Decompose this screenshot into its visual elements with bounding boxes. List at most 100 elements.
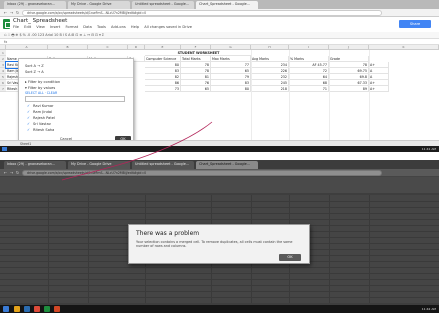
data-cell[interactable]: A+	[369, 86, 389, 92]
filter-value-checkbox[interactable]: ✓ Ram Jindal	[27, 110, 52, 114]
grid-line	[369, 50, 370, 140]
sheets-logo-icon[interactable]	[3, 19, 11, 29]
filter-value-checkbox[interactable]: ✓ Ritesh Saha	[27, 128, 54, 132]
browser-tab[interactable]: Inbox (29) - gnanasekaran...	[4, 1, 66, 9]
file-explorer-icon[interactable]	[14, 306, 20, 312]
chrome-icon[interactable]	[34, 306, 40, 312]
sort-a-z-option[interactable]: Sort A → Z	[25, 64, 44, 68]
browser-tab-bar: Inbox (29) - gnanasekaran... My Drive - …	[0, 0, 439, 9]
filter-by-values-option[interactable]: ▾ Filter by values	[25, 86, 55, 90]
column-header[interactable]: B	[48, 45, 88, 50]
browser-tab-active[interactable]: Chart_Spreadsheet - Google...	[196, 1, 258, 9]
dialog-ok-button[interactable]: OK	[279, 254, 301, 261]
save-status: All changes saved in Drive	[144, 25, 192, 29]
checkmark-icon: ✓	[27, 110, 31, 114]
grid-line	[0, 297, 439, 298]
filter-value-checkbox[interactable]: ✓ Rajesh Patel	[27, 116, 55, 120]
bottom-screenshot: Inbox (29) - gnanasekaran... My Drive - …	[0, 160, 439, 313]
start-icon[interactable]	[3, 306, 9, 312]
filter-value-checkbox[interactable]: ✓ Ravi Kumar	[27, 104, 54, 108]
back-icon[interactable]: ←	[3, 10, 8, 15]
grid-line	[0, 267, 439, 268]
browser-tab[interactable]: Inbox (29) - gnanasekaran...	[4, 161, 66, 169]
checkmark-icon: ✓	[27, 128, 31, 132]
menu-tools[interactable]: Tools	[97, 25, 106, 29]
top-screenshot: Inbox (29) - gnanasekaran... My Drive - …	[0, 0, 439, 152]
column-header[interactable]: K	[369, 45, 439, 50]
filter-value-label: Ritesh Saha	[33, 128, 55, 132]
column-header[interactable]: D	[128, 45, 145, 50]
menu-edit[interactable]: Edit	[24, 25, 31, 29]
menu-divider	[19, 77, 133, 78]
forward-icon[interactable]: →	[9, 170, 14, 175]
ie-browser-icon[interactable]	[24, 306, 30, 312]
windows-taskbar: 11:41 AM	[0, 146, 439, 152]
dialog-title: There was a problem	[136, 230, 200, 237]
browser-tab-active[interactable]: Chart_Spreadsheet - Google...	[196, 161, 258, 169]
taskbar-clock: 11:41 AM	[421, 147, 436, 151]
back-icon[interactable]: ←	[3, 170, 8, 175]
document-title[interactable]: Chart_ Spreadsheet	[13, 18, 67, 24]
data-cell[interactable]: 89	[329, 86, 369, 92]
menu-addons[interactable]: Add-ons	[111, 25, 126, 29]
error-dialog: There was a problem Your selection conta…	[128, 224, 310, 264]
excel-icon[interactable]	[44, 306, 50, 312]
forward-icon[interactable]: →	[9, 10, 14, 15]
grid-line	[0, 285, 439, 286]
checkmark-icon: ✓	[27, 122, 31, 126]
browser-tab[interactable]: Untitled spreadsheet - Google...	[132, 161, 194, 169]
browser-tab-bar: Inbox (29) - gnanasekaran... My Drive - …	[0, 160, 439, 169]
browser-tab[interactable]: My Drive - Google Drive	[68, 161, 130, 169]
select-all-clear-links[interactable]: SELECT ALL · CLEAR	[25, 91, 57, 95]
filter-value-label: Ram Jindal	[33, 110, 53, 114]
data-cell[interactable]: 65	[181, 86, 211, 92]
menu-file[interactable]: File	[13, 25, 19, 29]
filter-value-checkbox[interactable]: ✓ Sri Vastav	[27, 122, 51, 126]
filter-by-condition-option[interactable]: ▸ Filter by condition	[25, 80, 60, 84]
menu-view[interactable]: View	[36, 25, 45, 29]
data-cell[interactable]: 218	[251, 86, 289, 92]
start-icon[interactable]	[2, 147, 7, 151]
grid-line	[0, 291, 439, 292]
data-cell[interactable]: 73	[145, 86, 181, 92]
column-header[interactable]: A	[6, 45, 48, 50]
menu-format[interactable]: Format	[65, 25, 78, 29]
grid-line	[289, 50, 290, 140]
browser-tab[interactable]: Untitled spreadsheet - Google...	[132, 1, 194, 9]
formatting-toolbar[interactable]: ⎌ ⎍ 🖶 ⊕ $ % .0 .00 123 Arial 10 B I S A …	[0, 32, 439, 39]
column-header[interactable]: I	[289, 45, 329, 50]
windows-taskbar: 11:42 AM	[0, 305, 439, 313]
filter-search-input[interactable]	[25, 96, 125, 102]
grid-line	[0, 219, 439, 220]
data-cell[interactable]: 71	[289, 86, 329, 92]
dialog-message: Your selection contains a merged cell. T…	[136, 240, 293, 249]
powerpoint-icon[interactable]	[54, 306, 60, 312]
checkmark-icon: ✓	[27, 116, 31, 120]
checkmark-icon: ✓	[27, 104, 31, 108]
column-header[interactable]: J	[329, 45, 369, 50]
taskbar-clock: 11:42 AM	[421, 307, 436, 311]
grid-line	[0, 207, 439, 208]
grid-line	[0, 279, 439, 280]
url-field[interactable]: drive.google.com/a/cc/spreadsheets/d/1nw…	[22, 170, 382, 176]
address-bar-row: ← → ↻ drive.google.com/a/cc/spreadsheets…	[0, 9, 439, 17]
browser-tab[interactable]: My Drive - Google Drive	[68, 1, 130, 9]
grid-line	[369, 195, 370, 303]
grid-line	[329, 195, 330, 303]
grid-line	[88, 195, 89, 303]
column-header[interactable]: H	[251, 45, 289, 50]
reload-icon[interactable]: ↻	[15, 10, 20, 15]
share-button[interactable]: Share	[399, 20, 431, 28]
url-field[interactable]: drive.google.com/a/cc/spreadsheets/d/1nw…	[22, 10, 382, 16]
menu-help[interactable]: Help	[131, 25, 139, 29]
filter-value-label: Ravi Kumar	[33, 104, 54, 108]
data-cell[interactable]: 80	[211, 86, 251, 92]
sort-z-a-option[interactable]: Sort Z → A	[25, 70, 44, 74]
menu-insert[interactable]: Insert	[50, 25, 60, 29]
menu-data[interactable]: Data	[83, 25, 92, 29]
grid-line	[251, 50, 252, 140]
reload-icon[interactable]: ↻	[15, 170, 20, 175]
menu-bar: File Edit View Insert Format Data Tools …	[13, 25, 196, 29]
grid-line	[0, 213, 439, 214]
column-header[interactable]: C	[88, 45, 128, 50]
